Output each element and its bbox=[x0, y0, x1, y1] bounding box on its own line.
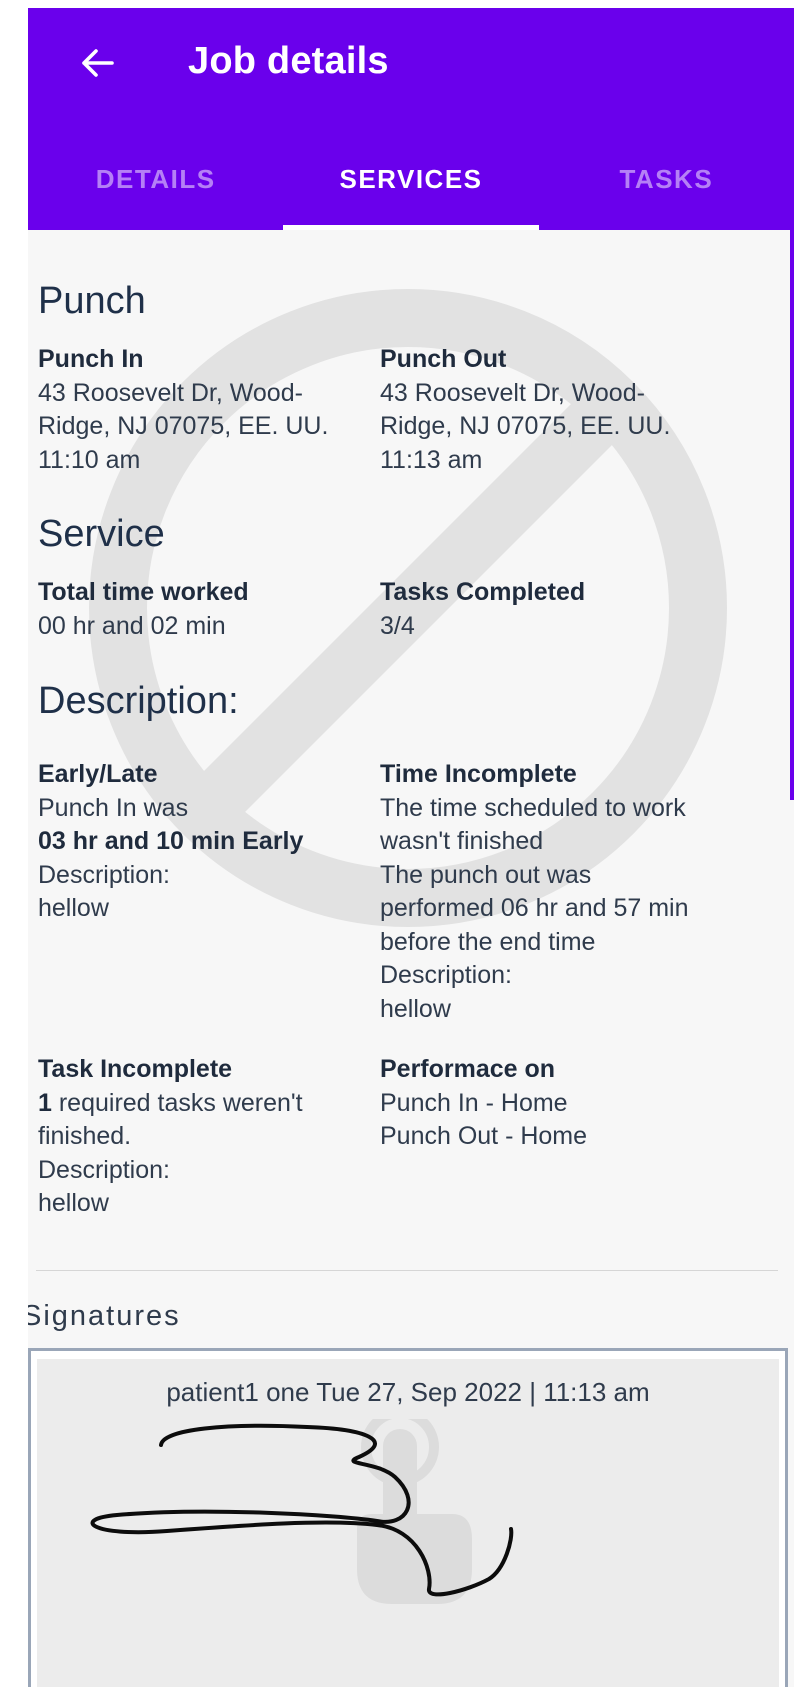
signatures-title: Signatures bbox=[28, 1300, 181, 1332]
punch-in-block: Punch In 43 Roosevelt Dr, Wood- Ridge, N… bbox=[38, 343, 388, 477]
task-incomplete-line1-rest: required tasks weren't bbox=[51, 1088, 303, 1117]
punch-out-time: 11:13 am bbox=[380, 445, 483, 474]
punch-out-label: Punch Out bbox=[380, 345, 507, 373]
tab-services[interactable]: SERVICES bbox=[283, 128, 539, 230]
signature-stroke bbox=[90, 1423, 514, 1597]
tab-tasks[interactable]: TASKS bbox=[539, 128, 794, 230]
signature-canvas: patient1 one Tue 27, Sep 2022 | 11:13 am bbox=[37, 1359, 779, 1687]
early-late-label: Early/Late bbox=[38, 760, 158, 788]
signature-card[interactable]: patient1 one Tue 27, Sep 2022 | 11:13 am bbox=[28, 1348, 788, 1687]
service-section-title: Service bbox=[38, 513, 165, 555]
task-incomplete-desc-label: Description: bbox=[38, 1155, 170, 1184]
punch-in-address-line2: Ridge, NJ 07075, EE. UU. bbox=[38, 412, 329, 440]
divider bbox=[36, 1270, 778, 1271]
time-incomplete-block: Time Incomplete The time scheduled to wo… bbox=[380, 758, 760, 1026]
total-time-label: Total time worked bbox=[38, 578, 249, 606]
performance-block: Performace on Punch In - Home Punch Out … bbox=[380, 1053, 730, 1154]
task-incomplete-block: Task Incomplete 1 required tasks weren't… bbox=[38, 1053, 388, 1221]
signature-signer: patient1 one bbox=[166, 1377, 310, 1407]
early-late-line1: Punch In was bbox=[38, 793, 189, 822]
early-late-desc-label: Description: bbox=[38, 860, 170, 889]
time-incomplete-line4: performed 06 hr and 57 min bbox=[380, 894, 689, 922]
tasks-completed-value: 3/4 bbox=[380, 611, 415, 640]
time-incomplete-label: Time Incomplete bbox=[380, 760, 577, 788]
total-time-block: Total time worked 00 hr and 02 min bbox=[38, 576, 388, 643]
task-incomplete-line1: 1 required tasks weren't bbox=[38, 1087, 388, 1121]
tasks-completed-label: Tasks Completed bbox=[380, 578, 586, 606]
page-title: Job details bbox=[188, 40, 389, 82]
tab-details[interactable]: DETAILS bbox=[28, 128, 283, 230]
tab-bar: DETAILS SERVICES TASKS bbox=[28, 128, 794, 230]
punch-in-address-line1: 43 Roosevelt Dr, Wood- bbox=[38, 378, 303, 407]
signature-meta: patient1 one Tue 27, Sep 2022 | 11:13 am bbox=[37, 1377, 779, 1408]
scroll-edge bbox=[790, 230, 794, 800]
time-incomplete-desc-value: hellow bbox=[380, 994, 451, 1023]
time-incomplete-line2: wasn't finished bbox=[380, 827, 544, 855]
early-late-block: Early/Late Punch In was 03 hr and 10 min… bbox=[38, 758, 388, 926]
tasks-completed-block: Tasks Completed 3/4 bbox=[380, 576, 730, 643]
time-incomplete-desc-label: Description: bbox=[380, 961, 512, 989]
punch-out-address-line2: Ridge, NJ 07075, EE. UU. bbox=[380, 412, 671, 440]
total-time-value: 00 hr and 02 min bbox=[38, 611, 226, 640]
task-incomplete-line2: finished. bbox=[38, 1122, 132, 1150]
task-incomplete-count: 1 bbox=[38, 1088, 52, 1117]
time-incomplete-line3: The punch out was bbox=[380, 860, 592, 889]
arrow-left-icon bbox=[82, 49, 114, 77]
app-bar: Job details DETAILS SERVICES TASKS bbox=[28, 8, 794, 230]
early-late-highlight: 03 hr and 10 min Early bbox=[38, 827, 304, 855]
screen: Job details DETAILS SERVICES TASKS Punch… bbox=[28, 8, 794, 1687]
performance-line1: Punch In - Home bbox=[380, 1088, 568, 1117]
task-incomplete-label: Task Incomplete bbox=[38, 1055, 233, 1083]
punch-in-label: Punch In bbox=[38, 345, 144, 373]
time-incomplete-line5: before the end time bbox=[380, 927, 596, 956]
performance-line2: Punch Out - Home bbox=[380, 1122, 588, 1150]
performance-label: Performace on bbox=[380, 1055, 556, 1083]
punch-out-address-line1: 43 Roosevelt Dr, Wood- bbox=[380, 378, 645, 407]
punch-in-time: 11:10 am bbox=[38, 445, 141, 474]
description-section-title: Description: bbox=[38, 680, 239, 722]
signature-datetime: Tue 27, Sep 2022 | 11:13 am bbox=[316, 1377, 650, 1407]
punch-out-block: Punch Out 43 Roosevelt Dr, Wood- Ridge, … bbox=[380, 343, 730, 477]
time-incomplete-line1: The time scheduled to work bbox=[380, 793, 686, 822]
early-late-desc-value: hellow bbox=[38, 894, 109, 922]
punch-section-title: Punch bbox=[38, 280, 146, 322]
back-button[interactable] bbox=[72, 38, 122, 88]
task-incomplete-desc-value: hellow bbox=[38, 1189, 109, 1217]
